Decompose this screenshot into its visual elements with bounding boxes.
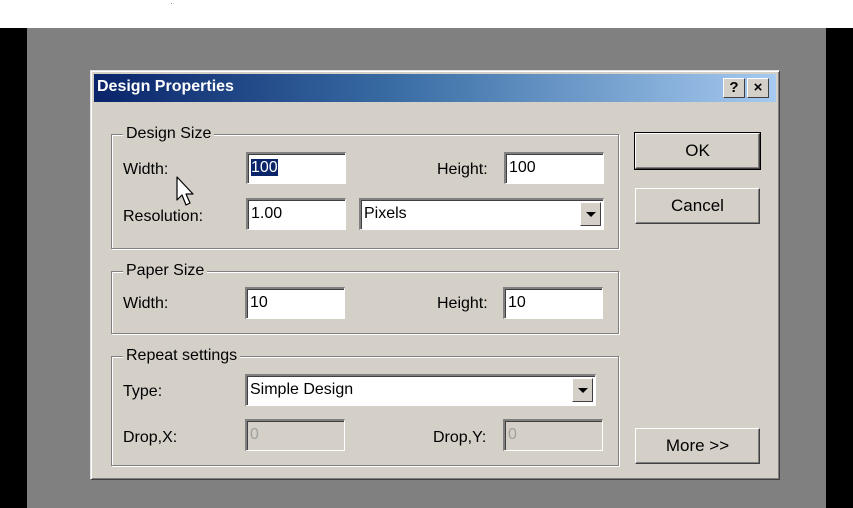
paper-size-group: Paper Size Width: 10 Height: 10: [111, 261, 619, 334]
dialog-title: Design Properties: [97, 78, 234, 95]
title-bar[interactable]: Design Properties ? ×: [94, 74, 776, 102]
paper-width-label: Width:: [123, 295, 169, 312]
dropx-label: Drop,X:: [123, 429, 178, 446]
paper-height-label: Height:: [437, 295, 488, 312]
dropx-input: 0: [245, 419, 345, 451]
resolution-units-select[interactable]: Pixels: [359, 198, 604, 230]
cancel-button[interactable]: Cancel: [635, 188, 760, 224]
design-properties-dialog: Design Properties ? × Design Size Width:…: [90, 70, 780, 480]
repeat-settings-group: Repeat settings Type: Simple Design Drop…: [111, 346, 619, 466]
paper-height-input[interactable]: 10: [503, 287, 603, 319]
ok-button[interactable]: OK: [634, 132, 761, 170]
help-button[interactable]: ?: [723, 78, 745, 98]
stray-dot: [171, 3, 172, 4]
design-width-label: Width:: [123, 161, 169, 178]
resolution-label: Resolution:: [123, 208, 204, 225]
repeat-settings-legend: Repeat settings: [123, 346, 241, 366]
design-width-value: 100: [251, 159, 278, 176]
paper-size-legend: Paper Size: [123, 261, 208, 281]
paper-width-input[interactable]: 10: [245, 287, 345, 319]
repeat-type-select[interactable]: Simple Design: [245, 374, 596, 406]
design-size-legend: Design Size: [123, 124, 215, 144]
type-label: Type:: [123, 383, 163, 400]
right-letterbox: [826, 28, 853, 508]
repeat-type-value: Simple Design: [250, 381, 354, 398]
resolution-units-value: Pixels: [364, 205, 407, 222]
top-strip: [0, 0, 853, 28]
more-button[interactable]: More >>: [635, 428, 760, 464]
resolution-input[interactable]: 1.00: [246, 198, 346, 230]
design-height-label: Height:: [437, 161, 488, 178]
mouse-pointer-icon: [176, 176, 194, 206]
close-button[interactable]: ×: [747, 78, 769, 98]
left-letterbox: [0, 28, 27, 508]
chevron-down-icon[interactable]: [572, 378, 593, 402]
design-height-input[interactable]: 100: [504, 152, 604, 184]
chevron-down-icon[interactable]: [580, 202, 601, 226]
design-width-input[interactable]: 100: [246, 152, 346, 184]
dropy-label: Drop,Y:: [433, 429, 487, 446]
dropy-input: 0: [503, 419, 603, 451]
